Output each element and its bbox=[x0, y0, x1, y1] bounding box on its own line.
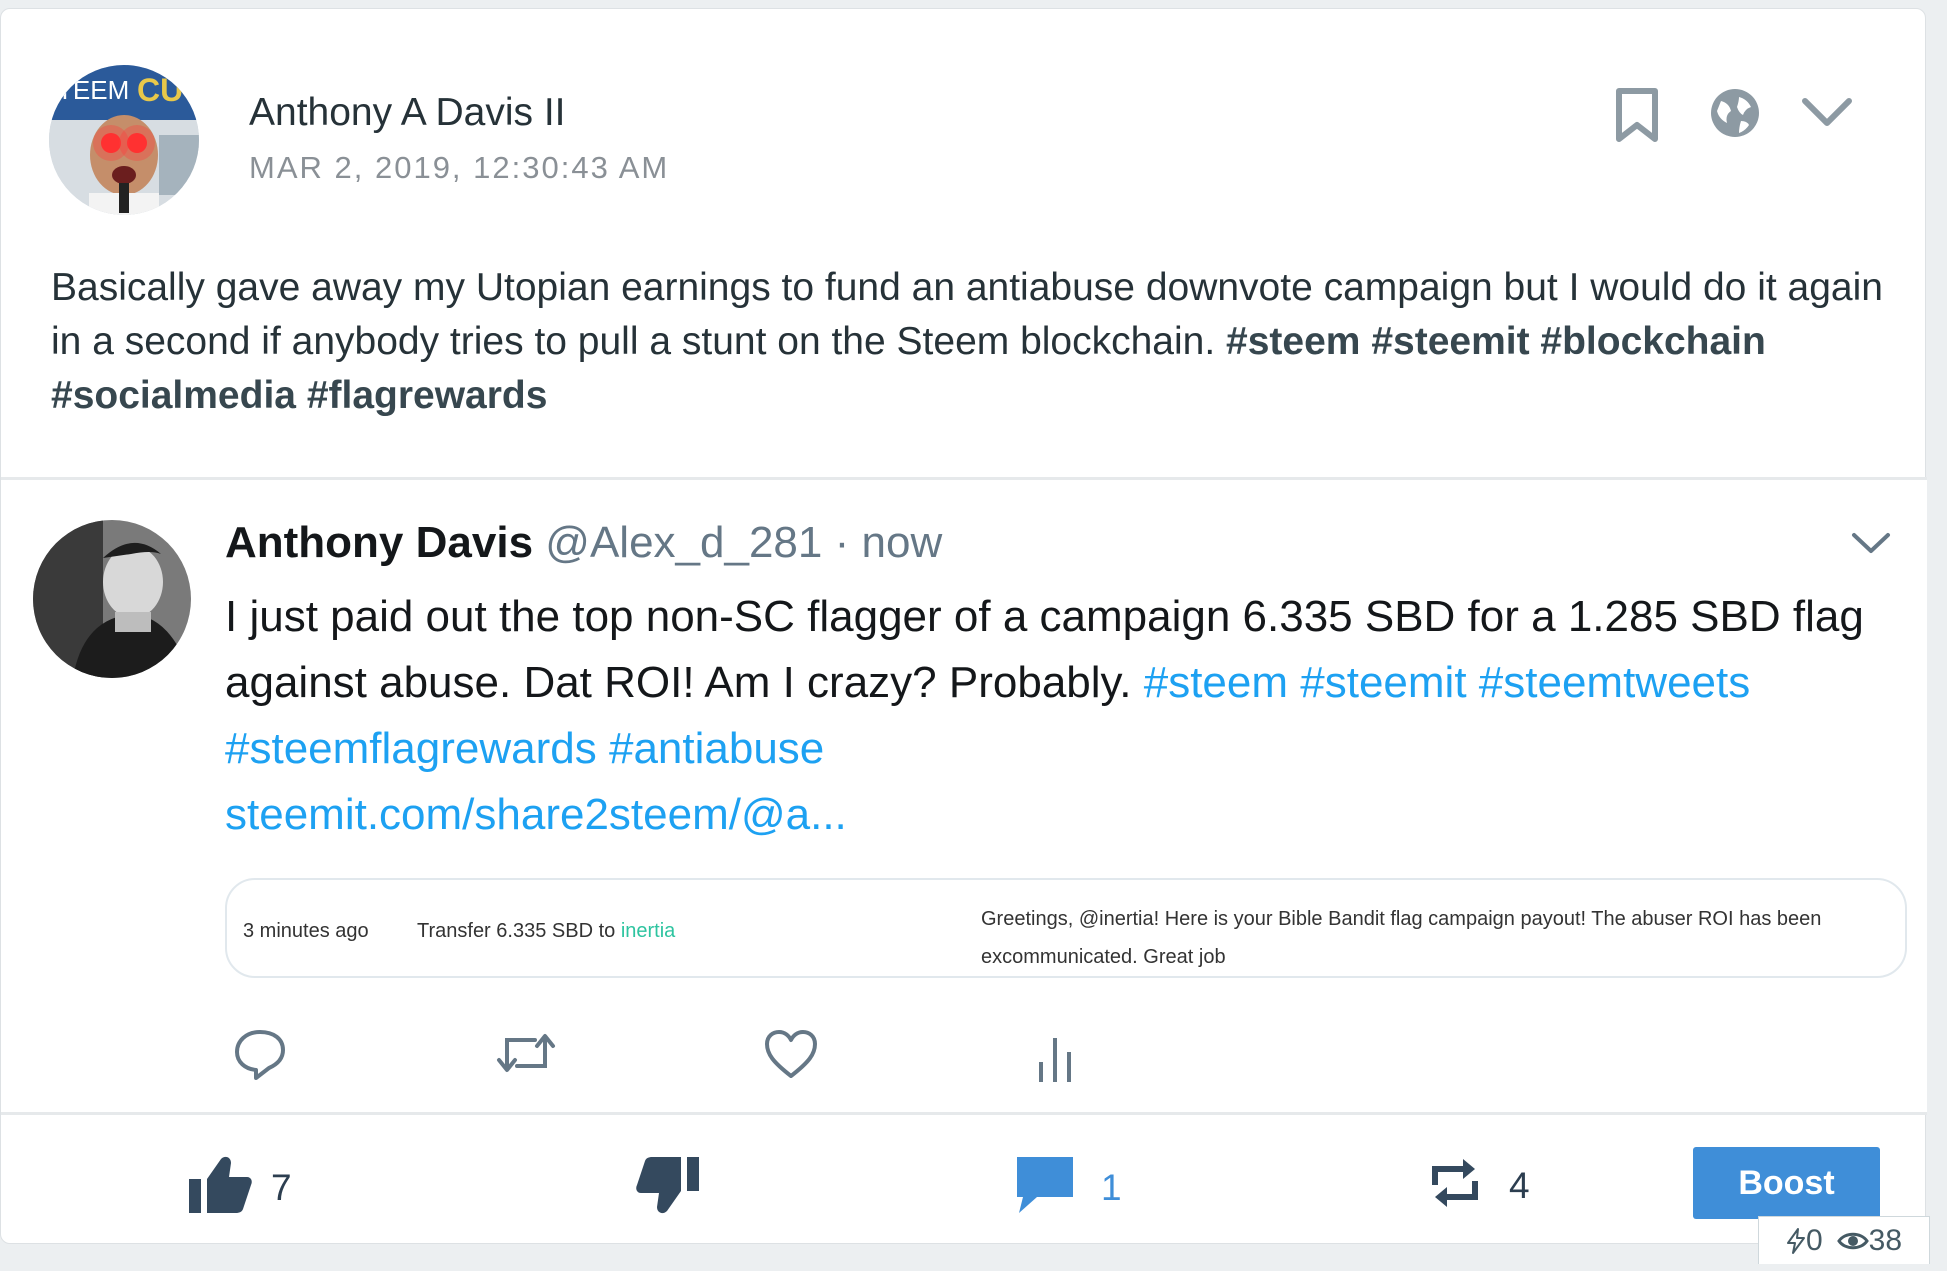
post-timestamp: MAR 2, 2019, 12:30:43 AM bbox=[249, 150, 670, 185]
tweet-link[interactable]: steemit.com/share2steem/@a... bbox=[225, 790, 847, 839]
author-avatar[interactable]: TEEM CU bbox=[49, 65, 199, 215]
hashtag-link[interactable]: #socialmedia bbox=[51, 374, 296, 417]
thumbs-up-icon[interactable] bbox=[187, 1155, 253, 1220]
tweet-author-handle[interactable]: @Alex_d_281 bbox=[545, 518, 822, 567]
svg-text:TEEM: TEEM bbox=[57, 75, 129, 105]
globe-icon[interactable] bbox=[1709, 87, 1761, 139]
tweet-text: I just paid out the top non-SC flagger o… bbox=[225, 584, 1865, 848]
upvote-count: 7 bbox=[271, 1166, 292, 1208]
downvote-action[interactable] bbox=[635, 1155, 701, 1220]
flag-stat: 0 bbox=[1786, 1224, 1823, 1258]
hashtag-link[interactable]: #steem bbox=[1226, 320, 1360, 363]
svg-text:CU: CU bbox=[137, 72, 183, 108]
transfer-recipient: inertia bbox=[620, 920, 676, 942]
tweet-hashtag[interactable]: #antiabuse bbox=[609, 724, 824, 773]
tweet-hashtag[interactable]: #steem bbox=[1144, 658, 1288, 707]
comment-count: 1 bbox=[1101, 1166, 1122, 1208]
boost-button[interactable]: Boost bbox=[1693, 1147, 1880, 1219]
author-name[interactable]: Anthony A Davis II bbox=[249, 91, 566, 135]
embedded-tweet[interactable]: Anthony Davis @Alex_d_281 · now I just p… bbox=[1, 477, 1927, 1115]
hashtag-link[interactable]: #blockchain bbox=[1540, 320, 1765, 363]
like-icon[interactable] bbox=[763, 1028, 819, 1085]
retweet-icon[interactable] bbox=[495, 1028, 557, 1083]
tweet-avatar[interactable] bbox=[33, 520, 191, 678]
tweet-hashtag[interactable]: #steemflagrewards bbox=[225, 724, 597, 773]
tweet-separator: · bbox=[834, 518, 850, 567]
chevron-down-icon[interactable] bbox=[1801, 95, 1853, 129]
reshare-action[interactable]: 4 bbox=[1429, 1155, 1530, 1216]
tweet-hashtag[interactable]: #steemtweets bbox=[1479, 658, 1750, 707]
reshare-icon[interactable] bbox=[1429, 1155, 1481, 1216]
reshare-count: 4 bbox=[1509, 1164, 1530, 1206]
tweet-image-card[interactable]: 3 minutes ago Transfer 6.335 SBD to iner… bbox=[225, 878, 1907, 978]
hashtag-link[interactable]: #steemit bbox=[1371, 320, 1529, 363]
tweet-header: Anthony Davis @Alex_d_281 · now bbox=[225, 518, 942, 568]
hashtag-link[interactable]: #flagrewards bbox=[307, 374, 548, 417]
comment-icon[interactable] bbox=[1015, 1155, 1075, 1220]
transfer-prefix: Transfer 6.335 SBD to bbox=[417, 920, 616, 942]
transfer-description: Transfer 6.335 SBD to inertia bbox=[417, 920, 675, 943]
thumbs-down-icon[interactable] bbox=[635, 1155, 701, 1220]
view-stat: 38 bbox=[1836, 1223, 1903, 1258]
post-stats: 0 38 bbox=[1758, 1216, 1930, 1264]
eye-icon bbox=[1836, 1232, 1869, 1249]
comment-action[interactable]: 1 bbox=[1015, 1155, 1122, 1220]
chevron-down-icon[interactable] bbox=[1851, 530, 1891, 561]
transfer-time: 3 minutes ago bbox=[243, 920, 369, 942]
post-body: Basically gave away my Utopian earnings … bbox=[51, 261, 1891, 423]
flag-count: 0 bbox=[1805, 1223, 1823, 1257]
tweet-hashtag[interactable]: #steemit bbox=[1300, 658, 1466, 707]
tweet-author-name[interactable]: Anthony Davis bbox=[225, 518, 533, 567]
view-count: 38 bbox=[1868, 1223, 1903, 1257]
bookmark-icon[interactable] bbox=[1613, 87, 1661, 143]
bolt-icon bbox=[1786, 1227, 1805, 1254]
post-card: TEEM CU Anthony A Davis II MAR 2, 2019, … bbox=[0, 8, 1927, 1245]
post-footer: 7 1 4 Boost bbox=[1, 1115, 1927, 1245]
analytics-icon[interactable] bbox=[1035, 1034, 1075, 1089]
reply-icon[interactable] bbox=[233, 1028, 287, 1085]
upvote-action[interactable]: 7 bbox=[187, 1155, 292, 1220]
transfer-memo: Greetings, @inertia! Here is your Bible … bbox=[981, 908, 1822, 968]
tweet-timestamp[interactable]: now bbox=[862, 518, 943, 567]
